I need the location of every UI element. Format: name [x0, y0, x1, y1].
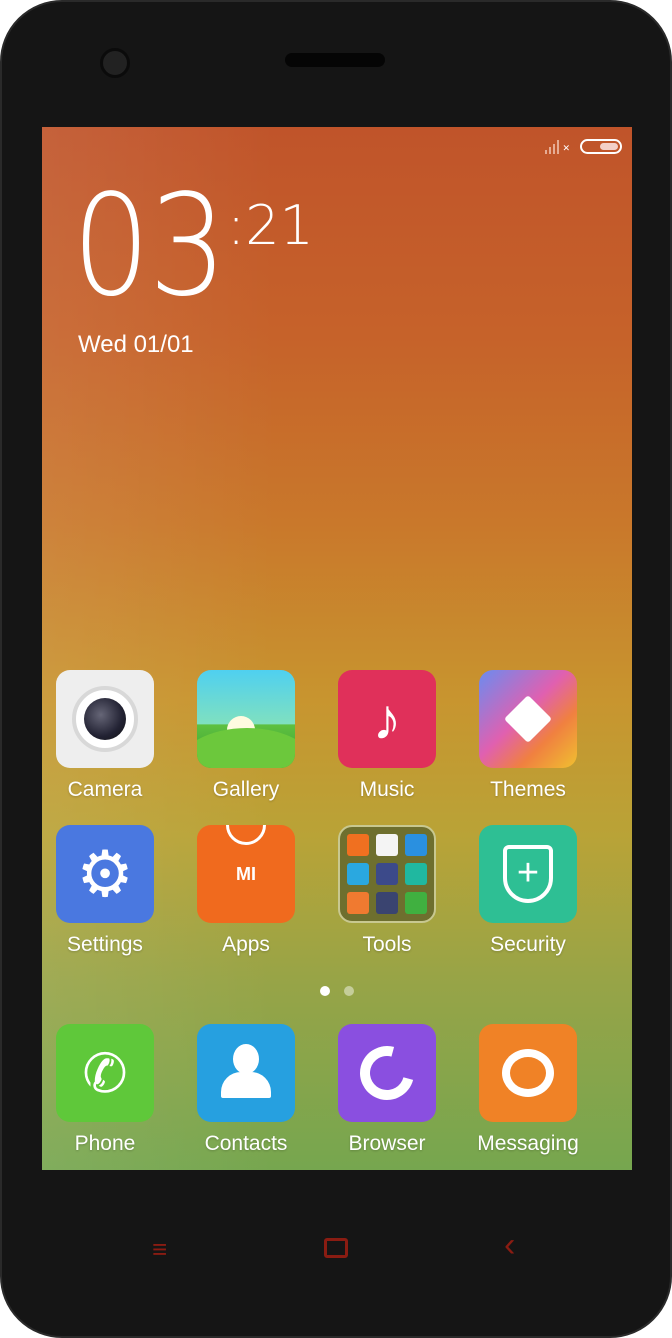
page-indicator: [42, 986, 632, 996]
dock-messaging[interactable]: Messaging: [468, 1024, 588, 1156]
app-tools-folder[interactable]: Tools: [327, 825, 447, 957]
front-camera: [100, 48, 130, 78]
clock-minutes[interactable]: :21: [227, 199, 314, 253]
mi-bag-icon: MI: [197, 825, 295, 923]
back-button[interactable]: ‹: [504, 1226, 515, 1265]
earpiece-speaker: [285, 53, 385, 67]
app-label: Browser: [348, 1132, 426, 1155]
home-screen: ✕ 03 :21 Wed 01/01 Camera Gallery ♪ Musi…: [42, 127, 632, 1170]
app-label: Camera: [67, 778, 143, 801]
camera-icon: [56, 670, 154, 768]
phone-frame: ✕ 03 :21 Wed 01/01 Camera Gallery ♪ Musi…: [0, 0, 672, 1338]
mi-logo: MI: [236, 863, 256, 884]
app-music[interactable]: ♪ Music: [327, 670, 447, 802]
person-icon: [197, 1024, 295, 1122]
app-apps[interactable]: MI Apps: [186, 825, 306, 957]
shield-plus-icon: +: [479, 825, 577, 923]
gear-icon: ⚙: [56, 825, 154, 923]
signal-no-sim-icon: ✕: [545, 139, 570, 154]
music-note-icon: ♪: [338, 670, 436, 768]
app-gallery[interactable]: Gallery: [186, 670, 306, 802]
app-label: Music: [359, 778, 415, 801]
browser-icon: [338, 1024, 436, 1122]
app-label: Gallery: [212, 778, 280, 801]
app-label: Themes: [490, 778, 566, 801]
chat-bubble-icon: [479, 1024, 577, 1122]
app-label: Messaging: [477, 1132, 579, 1155]
menu-button[interactable]: ≡: [152, 1234, 167, 1265]
app-label: Security: [490, 933, 566, 956]
gallery-icon: [197, 670, 295, 768]
folder-icon: [338, 825, 436, 923]
app-themes[interactable]: Themes: [468, 670, 588, 802]
home-button[interactable]: [324, 1238, 348, 1258]
battery-icon: [580, 139, 622, 154]
page-dot[interactable]: [344, 986, 354, 996]
app-label: Contacts: [204, 1132, 288, 1155]
app-label: Phone: [74, 1132, 136, 1155]
app-label: Settings: [67, 933, 143, 956]
app-label: Tools: [362, 933, 412, 956]
dock-contacts[interactable]: Contacts: [186, 1024, 306, 1156]
app-label: Apps: [222, 933, 270, 956]
app-security[interactable]: + Security: [468, 825, 588, 957]
paintbrush-icon: [479, 670, 577, 768]
app-settings[interactable]: ⚙ Settings: [45, 825, 165, 957]
dock-browser[interactable]: Browser: [327, 1024, 447, 1156]
app-camera[interactable]: Camera: [45, 670, 165, 802]
date-label: Wed 01/01: [78, 331, 194, 358]
status-bar: ✕: [545, 139, 622, 154]
phone-icon: ✆: [56, 1024, 154, 1122]
dock-phone[interactable]: ✆ Phone: [45, 1024, 165, 1156]
clock-hours[interactable]: 03: [72, 177, 227, 317]
page-dot-active[interactable]: [320, 986, 330, 996]
